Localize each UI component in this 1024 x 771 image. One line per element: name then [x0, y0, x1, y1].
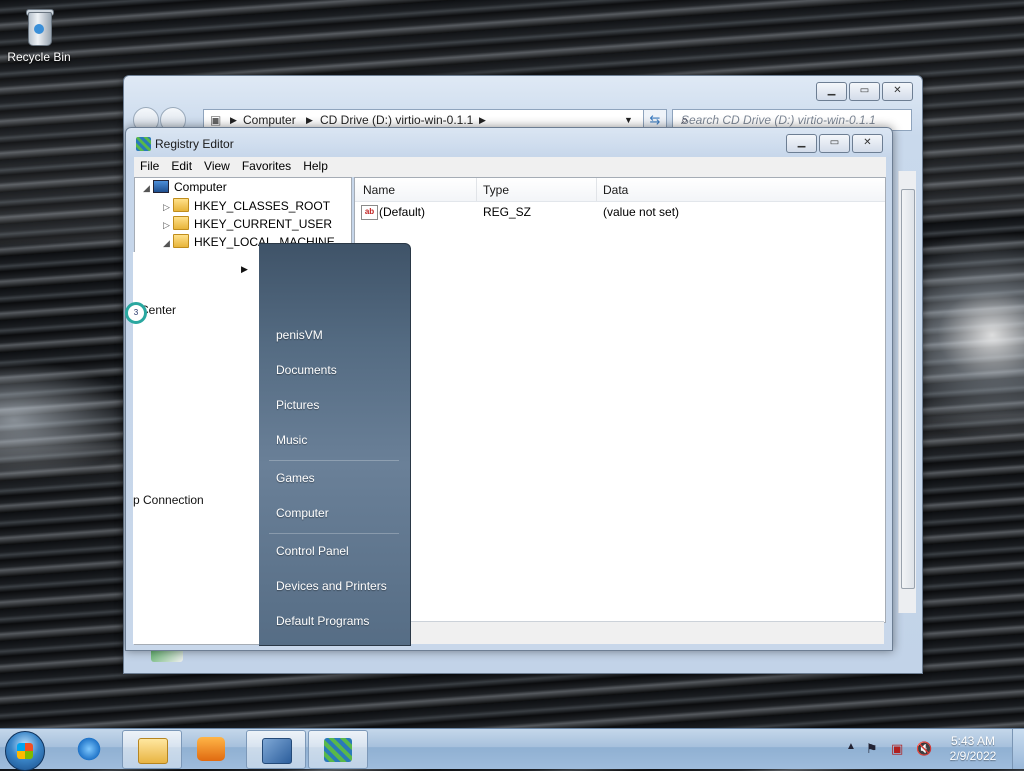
tree-node-label: HKEY_CURRENT_USER: [194, 217, 333, 231]
start-menu-places: penisVM Documents Pictures Music Games C…: [259, 243, 411, 646]
chevron-right-icon: ▶: [230, 115, 237, 125]
maximize-button[interactable]: ▭: [819, 134, 850, 153]
list-header: Name Type Data: [355, 178, 885, 202]
expanded-icon[interactable]: ◢: [163, 238, 173, 249]
expanded-icon[interactable]: ◢: [143, 183, 153, 194]
maximize-button[interactable]: ▭: [849, 82, 880, 101]
notification-badge-icon: 3: [125, 302, 147, 324]
start-item-control-panel[interactable]: Control Panel: [276, 544, 349, 558]
registry-editor-icon: [324, 738, 352, 762]
start-item-devices-printers[interactable]: Devices and Printers: [276, 579, 387, 593]
folder-icon: [173, 234, 189, 248]
start-item-pictures[interactable]: Pictures: [276, 398, 319, 412]
breadcrumb-cd-drive[interactable]: CD Drive (D:) virtio-win-0.1.1: [320, 113, 473, 127]
tree-node-hkcr[interactable]: ▷ HKEY_CLASSES_ROOT: [163, 198, 330, 213]
clock[interactable]: 5:43 AM 2/9/2022: [940, 734, 1006, 764]
chevron-right-icon: ▶: [479, 115, 486, 125]
start-item-games[interactable]: Games: [276, 471, 315, 485]
network-icon[interactable]: ▣: [891, 741, 903, 757]
file-explorer-icon: [138, 738, 168, 764]
tree-node-computer[interactable]: ◢ Computer: [143, 180, 227, 194]
window-title: Registry Editor: [155, 137, 234, 151]
taskbar: ▲ ⚑ ▣ 🔇 5:43 AM 2/9/2022: [0, 728, 1024, 771]
start-item-music[interactable]: Music: [276, 433, 307, 447]
show-desktop-button[interactable]: [1012, 729, 1024, 769]
volume-muted-icon[interactable]: 🔇: [916, 741, 932, 757]
taskbar-network-tool[interactable]: [246, 730, 306, 769]
start-item-computer[interactable]: Computer: [276, 506, 329, 520]
menu-view[interactable]: View: [198, 157, 236, 177]
menu-edit[interactable]: Edit: [165, 157, 198, 177]
search-icon[interactable]: ⌕: [681, 112, 907, 128]
close-button[interactable]: ✕: [882, 82, 913, 101]
taskbar-media-player[interactable]: [182, 730, 240, 767]
separator: [269, 460, 399, 461]
collapsed-icon[interactable]: ▷: [163, 220, 173, 231]
action-center-flag-icon[interactable]: ⚑: [866, 741, 878, 757]
folder-icon: [173, 216, 189, 230]
start-item-default-programs[interactable]: Default Programs: [276, 614, 369, 628]
start-button[interactable]: [5, 731, 45, 771]
taskbar-internet-explorer[interactable]: [60, 730, 118, 767]
computer-icon: [153, 180, 169, 193]
desktop-icon-label: Recycle Bin: [7, 50, 71, 64]
tree-node-label: HKEY_CLASSES_ROOT: [194, 199, 331, 213]
column-header-name[interactable]: Name: [363, 183, 395, 197]
start-menu-item[interactable]: p Connection: [133, 493, 204, 507]
column-header-data[interactable]: Data: [603, 183, 628, 197]
start-item-documents[interactable]: Documents: [276, 363, 337, 377]
value-name: (Default): [379, 205, 426, 219]
breadcrumb-computer[interactable]: Computer: [243, 113, 296, 127]
windows-logo-icon: [17, 743, 33, 759]
media-player-icon: [197, 737, 225, 761]
column-header-type[interactable]: Type: [483, 183, 509, 197]
value-data: (value not set): [603, 205, 680, 219]
close-button[interactable]: ✕: [852, 134, 883, 153]
clock-date: 2/9/2022: [949, 749, 997, 763]
minimize-button[interactable]: ▁: [786, 134, 817, 153]
recycle-bin-icon: [23, 6, 55, 46]
scrollbar[interactable]: [898, 171, 916, 613]
menu-file[interactable]: File: [134, 157, 165, 177]
scrollbar-thumb[interactable]: [901, 189, 915, 589]
minimize-button[interactable]: ▁: [816, 82, 847, 101]
wallpaper-glow: [0, 360, 140, 480]
value-type: REG_SZ: [483, 205, 532, 219]
start-item-user[interactable]: penisVM: [276, 328, 323, 342]
menu-favorites[interactable]: Favorites: [236, 157, 297, 177]
taskbar-registry-editor[interactable]: [308, 730, 368, 769]
values-list: Name Type Data ab (Default) REG_SZ (valu…: [354, 177, 886, 623]
menu-bar: File Edit View Favorites Help: [134, 157, 886, 177]
chevron-right-icon[interactable]: ▶: [241, 264, 248, 275]
string-value-icon: ab: [361, 205, 378, 220]
internet-explorer-icon: [75, 737, 103, 761]
chevron-right-icon: ▶: [306, 115, 313, 125]
clock-time: 5:43 AM: [950, 734, 996, 748]
network-tool-icon: [262, 738, 292, 764]
collapsed-icon[interactable]: ▷: [163, 202, 173, 213]
folder-icon: [173, 198, 189, 212]
separator: [269, 533, 399, 534]
taskbar-file-explorer[interactable]: [122, 730, 182, 769]
desktop-icon-recycle-bin[interactable]: Recycle Bin: [4, 6, 74, 64]
registry-editor-icon: [136, 137, 151, 151]
tree-node-hkcu[interactable]: ▷ HKEY_CURRENT_USER: [163, 216, 332, 231]
table-row[interactable]: ab (Default) REG_SZ (value not set): [355, 205, 885, 223]
chevron-down-icon[interactable]: ▼: [624, 115, 633, 125]
show-hidden-icons-icon[interactable]: ▲: [846, 741, 856, 752]
start-menu-programs: ▶ Center p Connection: [133, 252, 260, 644]
drive-icon: ▣: [210, 113, 222, 127]
menu-help[interactable]: Help: [297, 157, 334, 177]
tree-node-label: Computer: [174, 180, 227, 194]
